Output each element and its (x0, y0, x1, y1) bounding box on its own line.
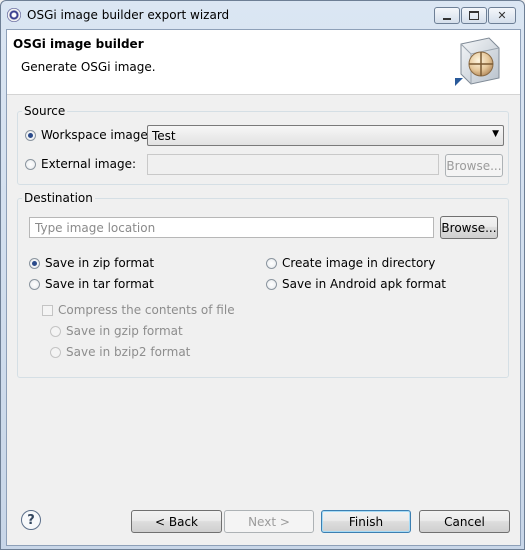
window-title: OSGi image builder export wizard (27, 8, 230, 22)
workspace-image-select[interactable]: Test ▼ (147, 125, 504, 146)
close-button[interactable]: ✕ (488, 7, 516, 24)
wizard-body: OSGi image builder Generate OSGi image. (6, 29, 521, 546)
help-icon[interactable]: ? (21, 510, 41, 530)
cancel-button[interactable]: Cancel (419, 510, 510, 533)
wizard-header: OSGi image builder Generate OSGi image. (7, 30, 520, 95)
eclipse-icon (7, 8, 21, 22)
external-image-field[interactable] (147, 154, 439, 175)
save-tar-label: Save in tar format (45, 277, 154, 291)
title-bar: OSGi image builder export wizard ✕ (1, 1, 524, 29)
workspace-image-radio[interactable]: Workspace image: (25, 128, 152, 142)
checkbox-icon (42, 304, 53, 316)
osgi-image-wizard-icon (455, 37, 500, 86)
save-apk-radio[interactable]: Save in Android apk format (266, 277, 446, 291)
workspace-image-value: Test (152, 129, 176, 143)
radio-unselected-icon (50, 325, 61, 337)
external-image-radio[interactable]: External image: (25, 157, 136, 171)
save-gzip-radio[interactable]: Save in gzip format (50, 324, 183, 338)
maximize-icon (469, 11, 479, 20)
destination-browse-button[interactable]: Browse... (440, 216, 498, 239)
finish-button[interactable]: Finish (321, 510, 411, 533)
back-button[interactable]: < Back (131, 510, 222, 533)
page-subtitle: Generate OSGi image. (21, 60, 156, 74)
page-title: OSGi image builder (13, 37, 144, 51)
save-tar-radio[interactable]: Save in tar format (29, 277, 154, 291)
workspace-image-label: Workspace image: (41, 128, 152, 142)
compress-checkbox[interactable]: Compress the contents of file (42, 303, 235, 317)
external-browse-button[interactable]: Browse... (445, 154, 503, 177)
save-bzip2-radio[interactable]: Save in bzip2 format (50, 345, 190, 359)
close-icon: ✕ (497, 9, 507, 22)
external-image-label: External image: (41, 157, 137, 171)
radio-unselected-icon (266, 257, 277, 269)
maximize-button[interactable] (461, 7, 487, 24)
radio-selected-icon (29, 257, 40, 269)
image-location-input[interactable] (29, 217, 434, 238)
radio-selected-icon (25, 129, 36, 141)
save-zip-radio[interactable]: Save in zip format (29, 256, 154, 270)
chevron-down-icon: ▼ (492, 129, 499, 139)
save-gzip-label: Save in gzip format (66, 324, 183, 338)
save-zip-label: Save in zip format (45, 256, 155, 270)
radio-unselected-icon (266, 278, 277, 290)
destination-group-label: Destination (22, 191, 95, 205)
create-directory-radio[interactable]: Create image in directory (266, 256, 435, 270)
save-bzip2-label: Save in bzip2 format (66, 345, 191, 359)
source-group-label: Source (22, 104, 68, 118)
save-apk-label: Save in Android apk format (282, 277, 447, 291)
create-directory-label: Create image in directory (282, 256, 436, 270)
compress-label: Compress the contents of file (58, 303, 235, 317)
next-button[interactable]: Next > (224, 510, 314, 533)
radio-unselected-icon (29, 278, 40, 290)
radio-unselected-icon (50, 346, 61, 358)
wizard-window: OSGi image builder export wizard ✕ OSGi … (0, 0, 525, 550)
radio-unselected-icon (25, 158, 36, 170)
minimize-icon (443, 17, 451, 20)
minimize-button[interactable] (434, 7, 460, 24)
